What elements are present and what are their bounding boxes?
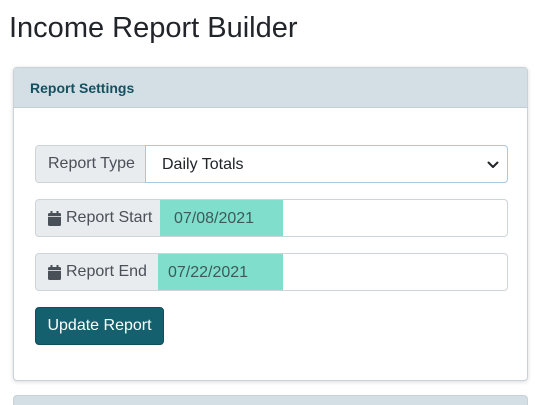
report-type-group: Report Type Daily Totals	[35, 145, 508, 183]
report-start-label: Report Start	[35, 199, 161, 237]
report-end-group: Report End 07/22/2021	[35, 253, 508, 291]
report-start-group: Report Start 07/08/2021	[35, 199, 508, 237]
report-type-label-text: Report Type	[48, 155, 135, 172]
card-header-title: Report Settings	[30, 80, 135, 96]
report-type-selected-value: Daily Totals	[162, 156, 244, 173]
report-start-value: 07/08/2021	[174, 210, 255, 227]
page-title: Income Report Builder	[9, 12, 298, 44]
report-end-value: 07/22/2021	[168, 264, 249, 281]
page: Income Report Builder Report Settings Re…	[0, 0, 549, 405]
report-type-label: Report Type	[35, 145, 146, 183]
report-end-label: Report End	[35, 253, 159, 291]
report-start-input[interactable]: 07/08/2021	[160, 199, 508, 237]
next-card-header	[13, 395, 528, 405]
calendar-icon	[48, 210, 61, 226]
update-report-button[interactable]: Update Report	[35, 307, 164, 345]
report-end-input[interactable]: 07/22/2021	[158, 253, 508, 291]
calendar-icon	[48, 264, 61, 280]
report-type-select[interactable]: Daily Totals	[145, 145, 508, 183]
card-header: Report Settings	[14, 68, 527, 108]
report-end-label-text: Report End	[66, 263, 147, 280]
chevron-down-icon	[487, 161, 499, 168]
report-start-label-text: Report Start	[66, 209, 153, 226]
